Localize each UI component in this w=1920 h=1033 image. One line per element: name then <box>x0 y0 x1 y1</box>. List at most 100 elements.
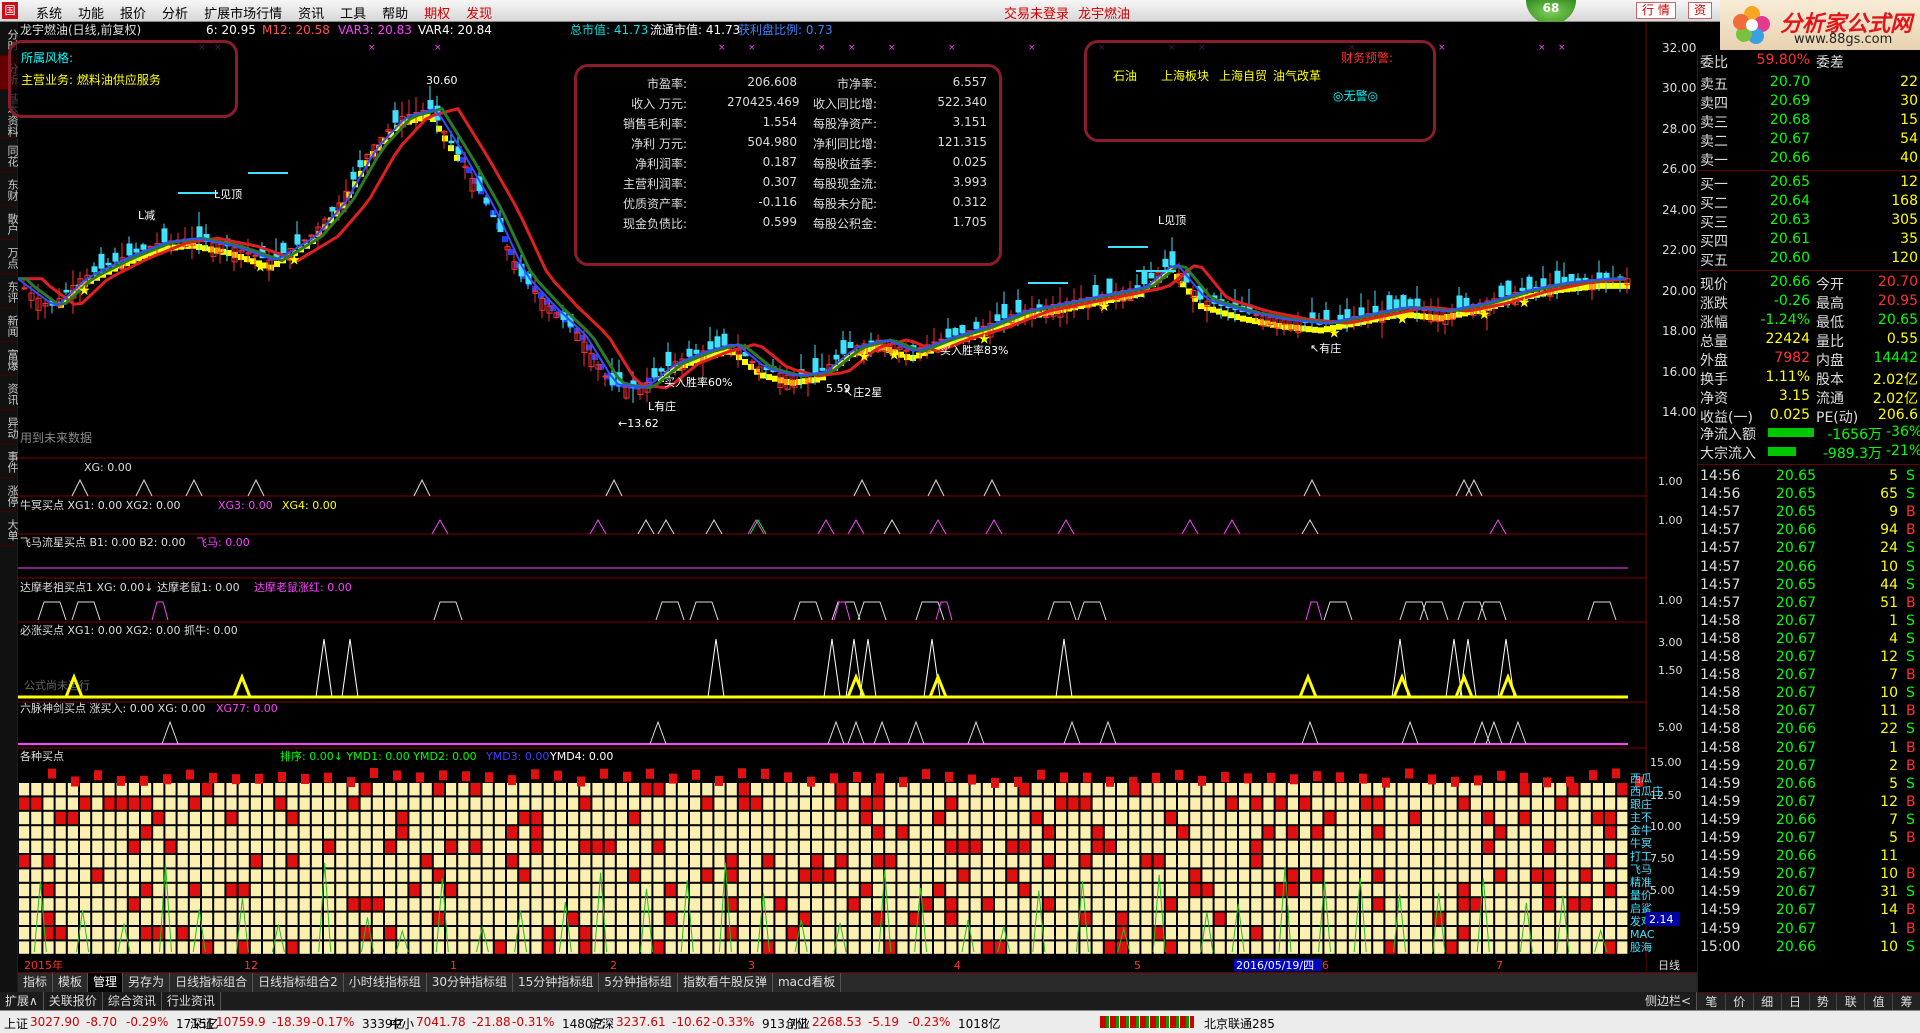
signal-cell <box>1239 797 1250 810</box>
left-tab-dongping[interactable]: 东评 <box>0 274 19 308</box>
signal-cell <box>1129 927 1140 940</box>
signal-cell <box>250 855 261 868</box>
tick-time: 14:57 <box>1700 540 1741 557</box>
signal-cell <box>202 883 213 897</box>
signal-cell <box>629 811 640 825</box>
signal-cell <box>1324 840 1335 853</box>
signal-cell <box>324 855 335 868</box>
extension-tab[interactable]: 行业资讯 <box>162 992 221 1010</box>
left-tab-movement[interactable]: 异动 <box>0 410 19 444</box>
extension-tab[interactable]: 关联报价 <box>44 992 103 1010</box>
left-tab-events[interactable]: 事件 <box>0 444 19 478</box>
index-name: 创业 <box>786 1017 811 1031</box>
signal-cell <box>848 898 859 911</box>
signal-cell <box>1373 783 1384 796</box>
signal-cell <box>1141 840 1152 853</box>
signal-cell <box>860 855 871 868</box>
tick-price: 20.66 <box>1775 522 1816 539</box>
signal-cell <box>934 797 945 810</box>
left-tab-retail[interactable]: 散户 <box>0 206 19 240</box>
left-tab-wandian[interactable]: 万点 <box>0 240 19 274</box>
tick-volume: 12 <box>1880 649 1898 665</box>
menu-quote[interactable]: 报价 <box>112 3 154 22</box>
template-tab[interactable]: 模板 <box>53 973 89 992</box>
left-tab-bigorder[interactable]: 大单 <box>0 512 19 546</box>
signal-cell <box>629 898 640 911</box>
period-mode[interactable]: 日线 <box>1658 958 1680 972</box>
sector-tag-shanghai[interactable]: 上海板块 <box>1161 67 1209 84</box>
template-tab[interactable]: 5分钟指标组 <box>599 973 678 992</box>
index-change: -10.62 <box>672 1015 711 1029</box>
template-tab[interactable]: 指标 <box>18 973 54 992</box>
sector-tag-oil[interactable]: 石油 <box>1113 67 1137 84</box>
signal-cell <box>1483 783 1494 796</box>
buy-label: 买五 <box>1700 253 1728 269</box>
signal-cell <box>1007 927 1018 940</box>
left-tab-dongcai[interactable]: 东财 <box>0 172 19 206</box>
signal-cell <box>507 811 518 825</box>
left-tab-news[interactable]: 新闻 <box>0 308 19 342</box>
signal-cell <box>1068 826 1079 839</box>
signal-cell <box>860 927 871 940</box>
template-tab[interactable]: 管理 <box>88 973 124 992</box>
menu-tools[interactable]: 工具 <box>332 3 374 22</box>
signal-cell <box>507 927 518 940</box>
menu-analysis[interactable]: 分析 <box>154 3 196 22</box>
sector-tag-ftz[interactable]: 上海自贸 <box>1219 67 1267 84</box>
annotation-559: 5.59 <box>826 382 851 395</box>
left-tab-tonghua[interactable]: 同花 <box>0 138 19 172</box>
grid-label: 金牛 <box>1630 823 1652 837</box>
template-tab[interactable]: 小时线指标组 <box>344 973 427 992</box>
tick-row: 14:59 20.66 7 S <box>1698 812 1920 830</box>
login-status[interactable]: 交易未登录 <box>1004 3 1069 22</box>
left-tab-limitup[interactable]: 涨停 <box>0 478 19 512</box>
x-label-2: 2 <box>610 959 617 972</box>
menu-function[interactable]: 功能 <box>70 3 112 22</box>
signal-cell <box>751 941 762 954</box>
trend-block <box>742 358 748 365</box>
menu-help[interactable]: 帮助 <box>374 3 416 22</box>
bid-ratio-row: 委比 59.80% 委差 <box>1698 52 1920 71</box>
info-button[interactable]: 资 <box>1688 2 1713 19</box>
menu-info[interactable]: 资讯 <box>290 3 332 22</box>
template-tab[interactable]: 日线指标组合2 <box>253 973 344 992</box>
signal-cell <box>1617 927 1628 940</box>
signal-cell <box>677 797 688 810</box>
left-tab-zixun[interactable]: 资讯 <box>0 376 19 410</box>
left-tab-fubao[interactable]: 富爆 <box>0 342 19 376</box>
signal-cell <box>153 855 164 868</box>
indicator-template-tabs: 指标 模板 管理 另存为 日线指标组合 日线指标组合2 小时线指标组 30分钟指标组 15分钟指… <box>18 972 1697 992</box>
tick-volume: 10 <box>1880 558 1898 575</box>
index-change: -5.19 <box>868 1015 900 1029</box>
signal-cell <box>1568 912 1579 925</box>
template-tab[interactable]: 日线指标组合 <box>170 973 254 992</box>
extension-tab[interactable]: 综合资讯 <box>103 992 162 1010</box>
sidebar-toggle[interactable]: 侧边栏< <box>1640 992 1697 1010</box>
signal-cell <box>726 869 737 882</box>
signal-cell <box>1226 826 1237 839</box>
signal-cell <box>1300 855 1311 868</box>
tick-time: 14:58 <box>1700 612 1741 629</box>
quote-button[interactable]: 行 情 <box>1636 2 1676 19</box>
menu-system[interactable]: 系统 <box>28 3 70 22</box>
signal-cell <box>1056 783 1067 796</box>
menu-options[interactable]: 期权 <box>416 3 458 22</box>
signal-cell <box>1470 898 1481 911</box>
signal-cell <box>641 941 652 954</box>
template-tab[interactable]: macd看板 <box>773 973 842 992</box>
signal-cell <box>1104 869 1115 882</box>
extension-tab[interactable]: 扩展∧ <box>0 992 44 1010</box>
template-tab[interactable]: 另存为 <box>123 973 171 992</box>
signal-cell <box>982 797 993 810</box>
signal-cell <box>202 783 213 796</box>
template-tab[interactable]: 30分钟指标组 <box>427 973 514 992</box>
tick-price: 20.66 <box>1775 721 1816 738</box>
signal-cell <box>568 898 579 911</box>
financial-label: 每股未分配: <box>812 197 877 211</box>
sector-tag-oilgas[interactable]: 油气改革 <box>1273 67 1321 84</box>
signal-cell <box>897 869 908 882</box>
menu-discover[interactable]: 发现 <box>458 3 500 22</box>
template-tab[interactable]: 15分钟指标组 <box>513 973 600 992</box>
template-tab[interactable]: 指数看牛股反弹 <box>678 973 773 992</box>
menu-extended-market[interactable]: 扩展市场行情 <box>196 3 290 22</box>
